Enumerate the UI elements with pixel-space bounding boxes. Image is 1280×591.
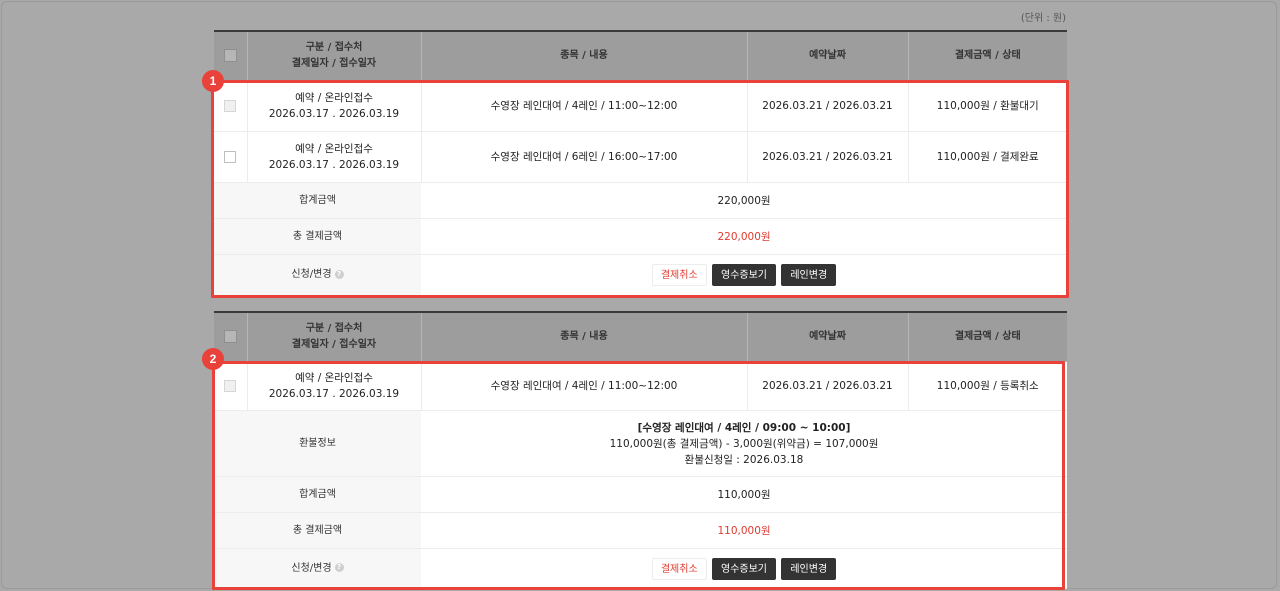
payment-table-1: 구분 / 접수처 결제일자 / 접수일자 종목 / 내용 예약날짜 결제금액 / …: [214, 30, 1067, 296]
row-resv-date: 2026.03.21 / 2026.03.21: [747, 361, 909, 411]
header-item: 종목 / 내용: [421, 31, 748, 81]
header-type: 구분 / 접수처 결제일자 / 접수일자: [247, 31, 422, 81]
refund-title: [수영장 레인대여 / 4레인 / 09:00 ~ 10:00]: [637, 421, 851, 434]
total-label: 총 결제금액: [214, 218, 421, 255]
total-label: 총 결제금액: [214, 512, 421, 549]
unit-label: (단위 : 원): [1020, 13, 1066, 24]
select-all-checkbox[interactable]: [223, 48, 237, 62]
cancel-payment-button[interactable]: 결제취소: [651, 264, 707, 286]
row-type: 예약 / 온라인접수 2026.03.17 . 2026.03.19: [247, 361, 422, 411]
step-badge-2: 2: [202, 348, 224, 370]
action-label: 신청/변경?: [214, 548, 421, 589]
row-checkbox[interactable]: [224, 151, 237, 163]
action-buttons: 결제취소 영수증보기 레인변경: [421, 254, 1067, 296]
sum-row: 합계금액 110,000원: [214, 476, 1067, 513]
refund-row: 환불정보 [수영장 레인대여 / 4레인 / 09:00 ~ 10:00] 11…: [214, 410, 1067, 477]
refund-info: [수영장 레인대여 / 4레인 / 09:00 ~ 10:00] 110,000…: [421, 410, 1067, 477]
sum-value: 220,000원: [421, 182, 1067, 219]
row-checkbox[interactable]: [224, 380, 237, 392]
total-row: 총 결제금액 220,000원: [214, 218, 1067, 255]
sum-label: 합계금액: [214, 182, 421, 219]
header-item: 종목 / 내용: [421, 312, 748, 362]
table-row: 예약 / 온라인접수 2026.03.17 . 2026.03.19 수영장 레인…: [214, 80, 1067, 132]
cancel-payment-button[interactable]: 결제취소: [651, 557, 707, 580]
help-icon[interactable]: ?: [334, 269, 344, 279]
select-all-checkbox[interactable]: [223, 329, 237, 343]
change-lane-button[interactable]: 레인변경: [781, 264, 837, 286]
row-item: 수영장 레인대여 / 6레인 / 16:00~17:00: [421, 131, 748, 183]
sum-label: 합계금액: [214, 476, 421, 513]
refund-date: 환불신청일 : 2026.03.18: [684, 453, 804, 466]
header-amount-status: 결제금액 / 상태: [908, 312, 1067, 362]
total-value: 110,000원: [421, 512, 1067, 549]
help-icon[interactable]: ?: [334, 563, 344, 572]
row-type: 예약 / 온라인접수 2026.03.17 . 2026.03.19: [247, 80, 422, 132]
table-header-row: 구분 / 접수처 결제일자 / 접수일자 종목 / 내용 예약날짜 결제금액 / …: [214, 312, 1067, 362]
row-checkbox[interactable]: [224, 100, 237, 112]
header-amount-status: 결제금액 / 상태: [908, 31, 1067, 81]
total-value: 220,000원: [421, 218, 1067, 255]
row-amount-status: 110,000원 / 결제완료: [908, 131, 1067, 183]
total-row: 총 결제금액 110,000원: [214, 512, 1067, 549]
row-item: 수영장 레인대여 / 4레인 / 11:00~12:00: [421, 361, 748, 411]
header-type: 구분 / 접수처 결제일자 / 접수일자: [247, 312, 422, 362]
payment-table-2: 구분 / 접수처 결제일자 / 접수일자 종목 / 내용 예약날짜 결제금액 / …: [214, 311, 1067, 589]
row-type: 예약 / 온라인접수 2026.03.17 . 2026.03.19: [247, 131, 422, 183]
action-row: 신청/변경? 결제취소 영수증보기 레인변경: [214, 254, 1067, 296]
sum-value: 110,000원: [421, 476, 1067, 513]
step-badge-1: 1: [202, 70, 224, 92]
table-row: 예약 / 온라인접수 2026.03.17 . 2026.03.19 수영장 레인…: [214, 361, 1067, 411]
row-resv-date: 2026.03.21 / 2026.03.21: [747, 131, 909, 183]
table-header-row: 구분 / 접수처 결제일자 / 접수일자 종목 / 내용 예약날짜 결제금액 / …: [214, 31, 1067, 81]
change-lane-button[interactable]: 레인변경: [781, 557, 837, 580]
action-label: 신청/변경?: [214, 254, 421, 296]
header-resv-date: 예약날짜: [747, 312, 909, 362]
sum-row: 합계금액 220,000원: [214, 182, 1067, 219]
row-resv-date: 2026.03.21 / 2026.03.21: [747, 80, 909, 132]
view-receipt-button[interactable]: 영수증보기: [712, 264, 776, 286]
refund-calc: 110,000원(총 결제금액) - 3,000원(위약금) = 107,000…: [609, 437, 879, 450]
header-resv-date: 예약날짜: [747, 31, 909, 81]
action-row: 신청/변경? 결제취소 영수증보기 레인변경: [214, 548, 1067, 589]
table-row: 예약 / 온라인접수 2026.03.17 . 2026.03.19 수영장 레인…: [214, 131, 1067, 183]
row-item: 수영장 레인대여 / 4레인 / 11:00~12:00: [421, 80, 748, 132]
view-receipt-button[interactable]: 영수증보기: [712, 557, 776, 580]
refund-label: 환불정보: [214, 410, 421, 477]
row-amount-status: 110,000원 / 등록취소: [908, 361, 1067, 411]
row-amount-status: 110,000원 / 환불대기: [908, 80, 1067, 132]
action-buttons: 결제취소 영수증보기 레인변경: [421, 548, 1067, 589]
